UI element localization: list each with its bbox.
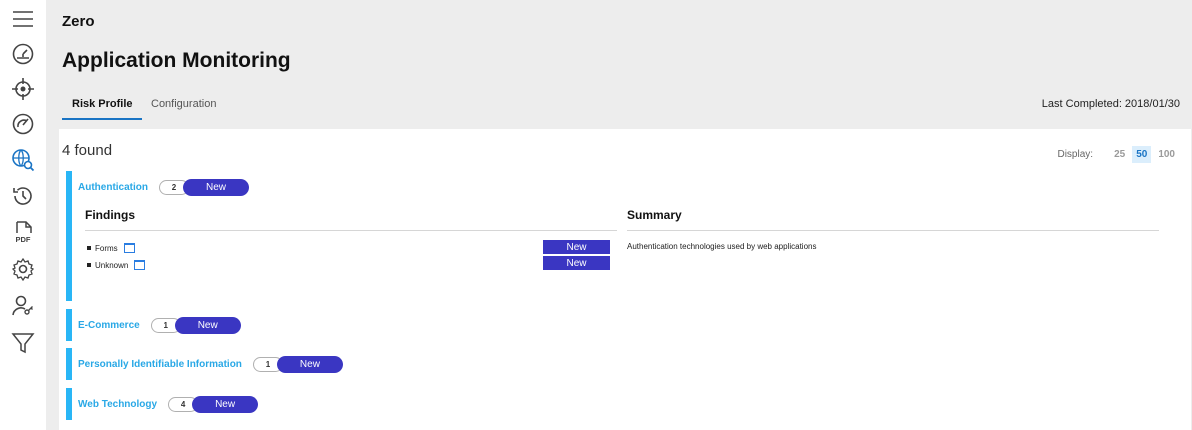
tab-configuration[interactable]: Configuration [151, 98, 216, 110]
status-new-button[interactable]: New [276, 356, 343, 373]
summary-text: Authentication technologies used by web … [627, 242, 817, 251]
bullet [87, 246, 91, 250]
page-size-100[interactable]: 100 [1154, 146, 1179, 163]
status-new-button[interactable]: New [183, 179, 249, 196]
category-web-technology: Web Technology 4 New [66, 388, 259, 420]
calendar-icon[interactable] [123, 243, 135, 253]
active-tab-indicator [62, 118, 142, 120]
category-authentication: Authentication 2 New Findings Summary Fo… [66, 171, 1182, 301]
finding-item: Forms [87, 243, 135, 253]
category-header: E-Commerce 1 New [78, 317, 241, 334]
finding-status-new[interactable]: New [543, 256, 610, 270]
history-icon[interactable] [10, 183, 36, 209]
results-count: 4 found [62, 142, 113, 159]
category-name[interactable]: Web Technology [78, 399, 157, 410]
user-key-icon[interactable] [10, 293, 36, 319]
category-name[interactable]: Authentication [78, 182, 148, 193]
finding-label: Forms [95, 243, 118, 253]
last-completed: Last Completed: 2018/01/30 [1041, 98, 1180, 110]
crosshair-icon[interactable] [10, 76, 36, 102]
status-new-button[interactable]: New [174, 317, 241, 334]
category-header: Web Technology 4 New [78, 396, 259, 413]
summary-title: Summary [627, 208, 682, 222]
display-label: Display: [1057, 149, 1094, 160]
finding-item: Unknown [87, 260, 146, 270]
app-name: Zero [62, 13, 95, 30]
finding-status-new[interactable]: New [543, 240, 610, 254]
settings-icon[interactable] [10, 256, 36, 282]
category-e-commerce: E-Commerce 1 New [66, 309, 241, 341]
category-header: Personally Identifiable Information 1 Ne… [78, 356, 343, 373]
menu-icon[interactable] [10, 6, 36, 32]
divider [627, 230, 1159, 231]
calendar-icon[interactable] [134, 260, 146, 270]
category-pii: Personally Identifiable Information 1 Ne… [66, 348, 343, 380]
globe-search-icon[interactable] [10, 147, 36, 173]
finding-label: Unknown [95, 260, 129, 270]
bullet [87, 263, 91, 267]
category-header: Authentication 2 New [78, 179, 249, 196]
page-size-50[interactable]: 50 [1132, 146, 1152, 163]
category-name[interactable]: Personally Identifiable Information [78, 359, 242, 370]
divider [85, 230, 617, 231]
findings-title: Findings [85, 208, 135, 222]
sidebar: PDF [0, 0, 46, 430]
pdf-icon[interactable]: PDF [10, 219, 36, 245]
tab-risk-profile[interactable]: Risk Profile [72, 98, 133, 110]
page-title: Application Monitoring [62, 49, 291, 72]
pdf-icon-label: PDF [16, 235, 31, 244]
category-name[interactable]: E-Commerce [78, 320, 140, 331]
dashboard-icon[interactable] [10, 41, 36, 67]
filter-icon[interactable] [10, 330, 36, 356]
main-content: Zero Application Monitoring Risk Profile… [46, 0, 1192, 430]
results-panel: 4 found Display: 25 50 100 Authenticatio… [59, 129, 1191, 430]
page-size-25[interactable]: 25 [1110, 146, 1129, 163]
display-selector: Display: 25 50 100 [1057, 146, 1179, 163]
gauge-icon[interactable] [10, 111, 36, 137]
status-new-button[interactable]: New [192, 396, 259, 413]
